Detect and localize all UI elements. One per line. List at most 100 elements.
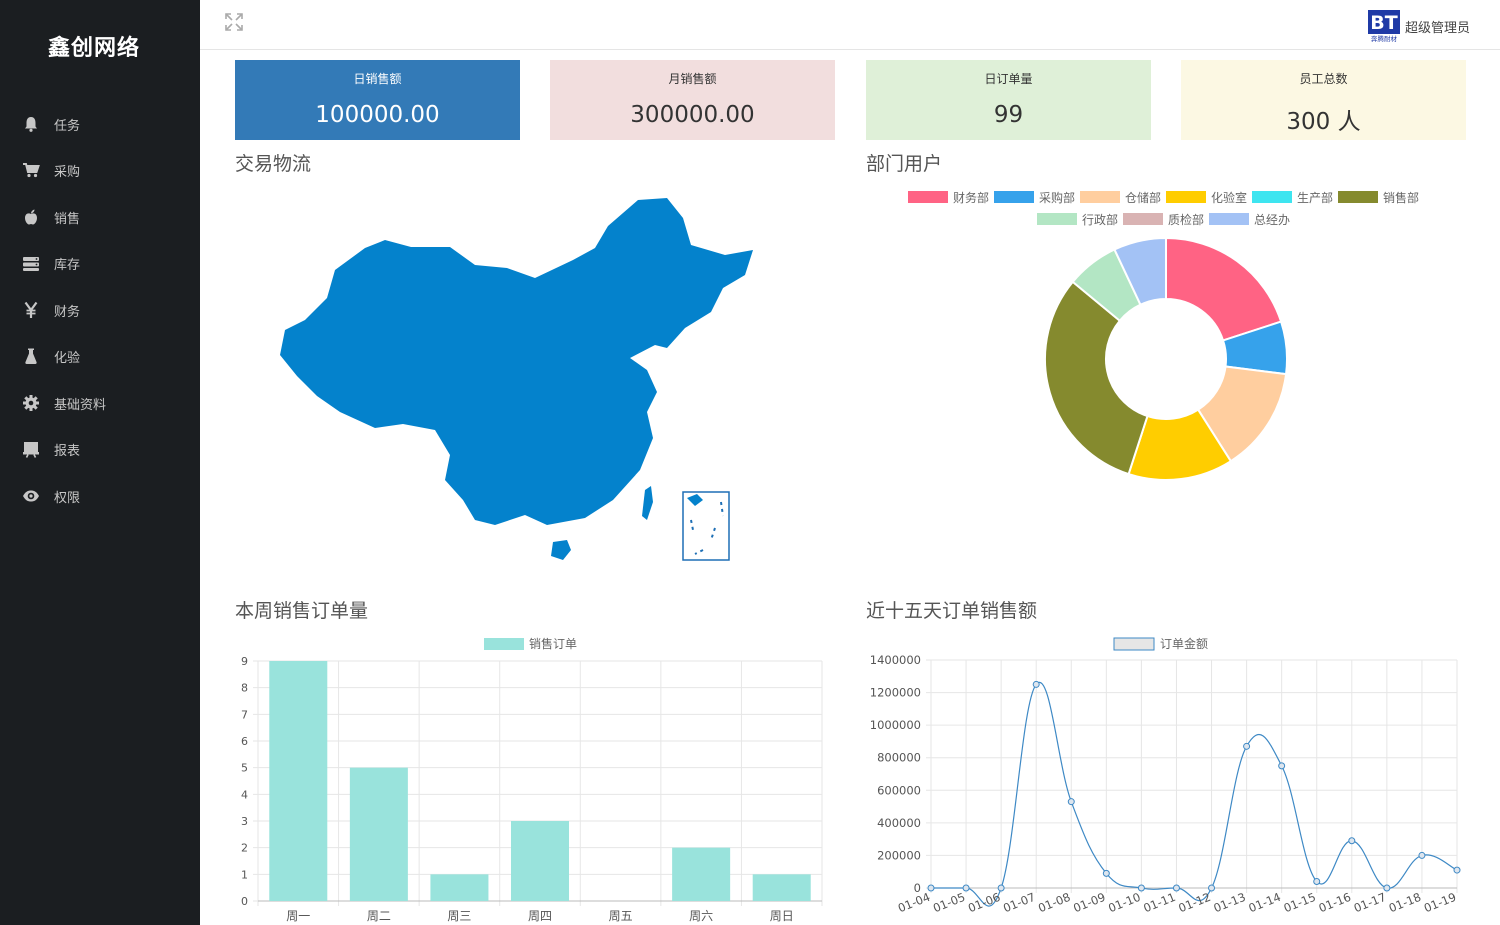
data-point — [1102, 869, 1110, 877]
company-logo: BT 奔腾耐材 — [1367, 10, 1400, 43]
legend-swatch — [1080, 191, 1120, 203]
sidebar-item-sales[interactable]: 销售 — [0, 197, 200, 237]
card-title: 日销售额 — [353, 72, 402, 86]
y-tick-label: 800000 — [877, 751, 921, 765]
legend-swatch — [1166, 191, 1206, 203]
legend-swatch — [484, 638, 524, 650]
sidebar-item-label: 报表 — [54, 443, 81, 459]
bar — [510, 821, 570, 901]
card-value: 99 — [993, 102, 1024, 128]
data-point — [997, 884, 1005, 892]
y-tick-label: 8 — [241, 682, 248, 695]
eye-icon — [23, 490, 39, 502]
cart-icon — [23, 163, 40, 178]
sidebar-item-report[interactable]: 报表 — [0, 429, 200, 469]
china-map-shape[interactable] — [280, 198, 753, 525]
y-tick-label: 5 — [241, 762, 248, 775]
card-monthly-sales: 月销售额 300000.00 — [550, 60, 835, 140]
section-title-map: 交易物流 — [235, 153, 312, 175]
user-menu[interactable]: BT 奔腾耐材 超级管理员 — [1367, 9, 1470, 43]
x-tick-label: 01-18 — [1387, 890, 1423, 916]
yen-icon — [24, 301, 38, 318]
x-tick-label: 01-06 — [966, 890, 1002, 916]
legend-label: 财务部 — [953, 190, 989, 205]
y-tick-label: 1200000 — [870, 686, 921, 700]
x-tick-label: 01-12 — [1176, 890, 1212, 916]
section-title-dept: 部门用户 — [866, 153, 943, 175]
legend-swatch — [1209, 213, 1249, 225]
y-tick-label: 400000 — [877, 816, 921, 830]
sidebar-item-purchase[interactable]: 采购 — [0, 150, 200, 190]
legend-label: 仓储部 — [1125, 190, 1161, 205]
sidebar-item-label: 财务 — [54, 304, 81, 320]
sidebar-item-inventory[interactable]: 库存 — [0, 243, 200, 283]
topbar: BT 奔腾耐材 超级管理员 — [200, 0, 1500, 50]
legend-swatch — [908, 191, 948, 203]
y-tick-label: 200000 — [877, 848, 921, 862]
sidebar-item-assay[interactable]: 化验 — [0, 336, 200, 376]
x-tick-label: 01-15 — [1282, 890, 1318, 916]
card-daily-orders: 日订单量 99 — [866, 60, 1151, 140]
bell-icon — [25, 117, 37, 132]
data-point — [1208, 884, 1216, 892]
y-tick-label: 1400000 — [870, 653, 921, 667]
y-tick-label: 6 — [241, 735, 248, 748]
sidebar-item-basic-data[interactable]: 基础资料 — [0, 383, 200, 423]
y-tick-label: 1 — [241, 868, 248, 881]
bar — [430, 874, 489, 901]
x-tick-label: 01-05 — [931, 890, 967, 916]
logo-text: BT — [1370, 12, 1397, 34]
y-tick-label: 7 — [241, 708, 248, 721]
sidebar-item-task[interactable]: 任务 — [0, 104, 200, 144]
data-point — [1137, 884, 1145, 892]
legend-label: 生产部 — [1297, 190, 1333, 205]
sidebar-item-label: 任务 — [54, 118, 81, 134]
y-tick-label: 1000000 — [870, 718, 921, 732]
taiwan-island[interactable] — [642, 486, 653, 520]
sidebar: 鑫创网络 任务 采购 销售 库存 财务 化验 基础资料 报表 权限 — [0, 0, 200, 925]
x-tick-label: 周一 — [286, 909, 310, 923]
data-point — [1383, 884, 1391, 892]
storage-icon — [23, 257, 39, 271]
legend-label: 销售订单 — [529, 636, 577, 651]
x-tick-label: 01-17 — [1352, 890, 1388, 916]
data-point — [1313, 877, 1321, 885]
legend-swatch — [1123, 213, 1163, 225]
legend-swatch — [1037, 213, 1077, 225]
x-tick-label: 周二 — [367, 909, 391, 923]
hainan-island[interactable] — [551, 540, 571, 560]
sidebar-item-finance[interactable]: 财务 — [0, 290, 200, 330]
sidebar-item-label: 化验 — [54, 350, 81, 366]
doughnut-slice — [1044, 280, 1149, 476]
card-employee-total: 员工总数 300 人 — [1181, 60, 1466, 140]
doughnut-slice — [1165, 236, 1283, 342]
user-name: 超级管理员 — [1404, 20, 1470, 36]
legend-swatch — [1338, 191, 1378, 203]
y-tick-label: 2 — [241, 842, 248, 855]
china-map[interactable] — [235, 180, 795, 580]
x-tick-label: 01-14 — [1247, 890, 1283, 916]
x-tick-label: 周六 — [689, 909, 713, 923]
sidebar-item-permission[interactable]: 权限 — [0, 476, 200, 516]
data-point — [962, 884, 970, 892]
flask-icon — [25, 348, 37, 364]
series-line — [930, 681, 1458, 907]
sidebar-item-label: 权限 — [54, 490, 81, 506]
inset-dashed-line — [690, 501, 724, 555]
legend-label: 化验室 — [1211, 190, 1247, 205]
sidebar-item-label: 销售 — [54, 211, 81, 227]
section-title-weekly: 本周销售订单量 — [235, 600, 369, 622]
x-tick-label: 周日 — [770, 909, 794, 923]
x-tick-label: 01-10 — [1106, 890, 1142, 916]
south-china-sea-inset — [682, 491, 730, 561]
bar — [672, 847, 731, 901]
data-point — [1453, 866, 1461, 874]
sidebar-item-label: 库存 — [54, 257, 81, 273]
data-point — [1418, 851, 1426, 859]
card-daily-sales: 日销售额 100000.00 — [235, 60, 520, 140]
fullscreen-icon[interactable] — [224, 12, 244, 32]
y-tick-label: 9 — [241, 655, 248, 668]
apple-icon — [25, 209, 37, 225]
x-tick-label: 01-16 — [1317, 890, 1353, 916]
card-value: 100000.00 — [315, 102, 440, 128]
